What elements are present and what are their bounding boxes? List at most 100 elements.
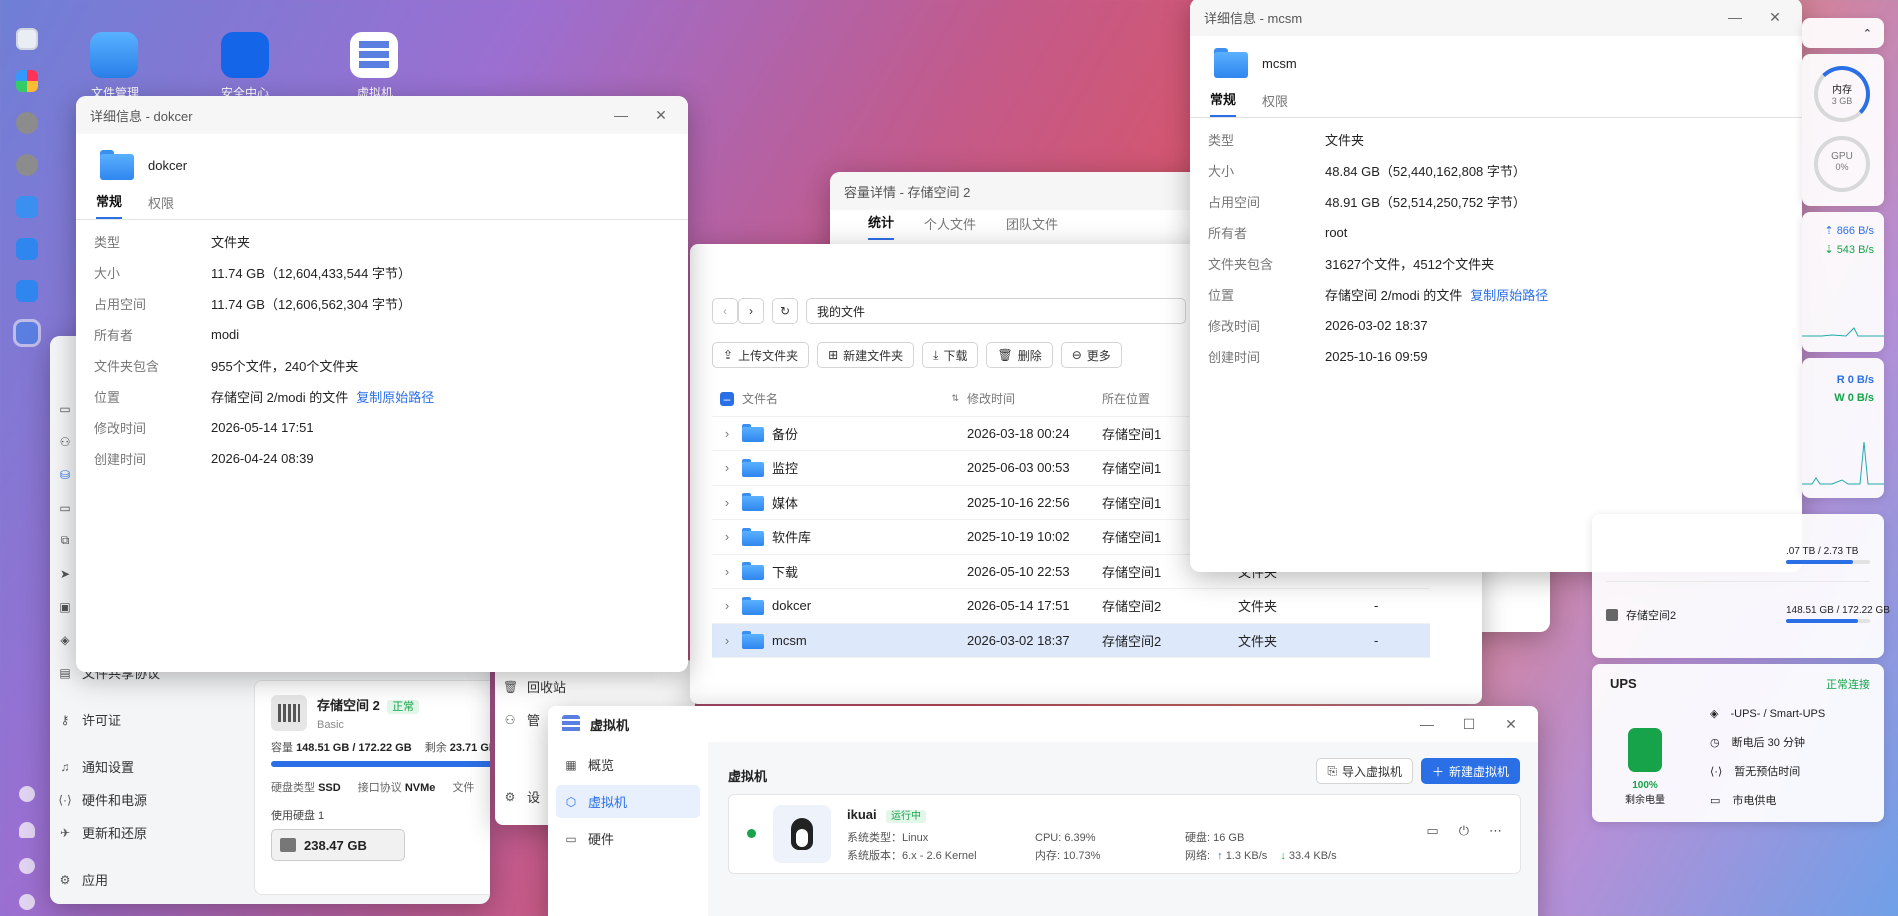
sidebar-item-hardware[interactable]: ⟨·⟩ 硬件和电源: [50, 783, 240, 816]
folder-icon-2[interactable]: [16, 280, 38, 302]
trash-icon: 🗑: [503, 679, 519, 694]
storage-space-card[interactable]: 存储空间 2 正常 Basic 容量 148.51 GB / 172.22 GB…: [254, 680, 490, 895]
tab-personal[interactable]: 个人文件: [924, 214, 976, 240]
tab-permission[interactable]: 权限: [148, 193, 174, 219]
widget-disk-io: R 0 B/s W 0 B/s: [1802, 358, 1884, 498]
minimize-button[interactable]: —: [1722, 9, 1748, 25]
property-row: 位置 存储空间 2/modi 的文件 复制原始路径: [76, 381, 688, 412]
settings-wheel-icon-2[interactable]: [16, 154, 38, 176]
free-label: 剩余: [424, 742, 447, 754]
desktop-icon-vm[interactable]: 虚拟机: [350, 32, 400, 101]
new-folder-button[interactable]: ⊞ 新建文件夹: [817, 342, 915, 368]
table-row[interactable]: › mcsm 2026-03-02 18:37 存储空间2 文件夹 -: [712, 623, 1430, 658]
col-name[interactable]: 文件名 ⇅: [742, 390, 967, 407]
tab-permission[interactable]: 权限: [1262, 91, 1288, 117]
folder-icon: [742, 493, 764, 512]
expand-chevron-icon[interactable]: ›: [712, 426, 742, 441]
file-mtime: 2025-06-03 00:53: [967, 460, 1070, 476]
settings-wheel-icon[interactable]: [16, 112, 38, 134]
power-icon[interactable]: ⏻: [1459, 823, 1469, 839]
col-mtime[interactable]: 修改时间: [967, 390, 1102, 407]
close-button[interactable]: ✕: [648, 107, 674, 124]
import-vm-button[interactable]: ⎘ 导入虚拟机: [1316, 758, 1413, 784]
vm-nav-hardware[interactable]: ▭ 硬件: [556, 822, 700, 855]
users-icon: ⚇: [59, 434, 71, 449]
app-center-icon[interactable]: [16, 70, 38, 92]
nav-recycle[interactable]: 🗑 回收站: [495, 670, 695, 703]
sort-icon[interactable]: ⇅: [951, 393, 959, 404]
vm-nav-overview[interactable]: ▦ 概览: [556, 748, 700, 781]
folder-icon[interactable]: [16, 238, 38, 260]
gear-icon[interactable]: [19, 894, 35, 910]
new-folder-icon: ⊞: [828, 348, 839, 362]
new-vm-button[interactable]: ＋ 新建虚拟机: [1420, 758, 1520, 784]
table-row[interactable]: › dokcer 2026-05-14 17:51 存储空间2 文件夹 -: [712, 589, 1430, 624]
console-icon[interactable]: ▭: [1426, 823, 1438, 839]
vm-dock-icon[interactable]: [13, 319, 41, 347]
sync-icon[interactable]: [19, 786, 35, 802]
back-button[interactable]: ‹: [712, 298, 738, 324]
refresh-button[interactable]: ↻: [772, 298, 798, 324]
property-key: 类型: [1208, 133, 1235, 148]
expand-chevron-icon[interactable]: ›: [712, 598, 742, 613]
vm-nav-vms[interactable]: ⬡ 虚拟机: [556, 785, 700, 818]
expand-chevron-icon[interactable]: ›: [712, 529, 742, 544]
folder-icon: [742, 562, 764, 581]
used-disk-chip[interactable]: 238.47 GB: [271, 829, 405, 861]
tab-general[interactable]: 常规: [96, 191, 123, 219]
maximize-button[interactable]: ☐: [1456, 716, 1482, 733]
delete-button[interactable]: 🗑 删除: [986, 342, 1053, 368]
upload-folder-button[interactable]: ⇪ 上传文件夹: [712, 342, 810, 368]
forward-button[interactable]: ›: [738, 298, 764, 324]
tab-stats[interactable]: 统计: [868, 212, 895, 240]
sidebar-item-license[interactable]: ⚷ 许可证: [50, 703, 240, 736]
item-name: dokcer: [148, 157, 188, 173]
property-row: 文件夹包含 955个文件，240个文件夹: [76, 350, 688, 381]
expand-chevron-icon[interactable]: ›: [712, 460, 742, 475]
titlebar[interactable]: 虚拟机 — ☐ ✕: [548, 706, 1538, 742]
tab-team[interactable]: 团队文件: [1006, 214, 1058, 240]
titlebar[interactable]: 详细信息 - dokcer — ✕: [76, 96, 688, 134]
desktop-icon-security[interactable]: 安全中心: [218, 32, 272, 101]
more-options-icon[interactable]: ⋯: [1489, 823, 1502, 839]
minimize-button[interactable]: —: [608, 107, 634, 123]
desktop-icon-file-manager[interactable]: 文件管理: [90, 32, 140, 101]
property-key: 位置: [94, 390, 121, 405]
left-dock: [6, 18, 48, 916]
storage-name: 存储空间 2: [317, 698, 380, 713]
storage1-value: .07 TB / 2.73 TB: [1786, 546, 1859, 557]
detail-window-mcsm: 详细信息 - mcsm — ✕ mcsm 常规 权限 类型 文件夹 大小 48.84 …: [1190, 0, 1802, 572]
expand-chevron-icon[interactable]: ›: [712, 633, 742, 648]
titlebar[interactable]: 详细信息 - mcsm — ✕: [1190, 0, 1802, 36]
more-button[interactable]: ⊖ 更多: [1060, 342, 1122, 368]
monitor-icon[interactable]: [16, 28, 38, 50]
sidebar-item-notify[interactable]: ♫ 通知设置: [50, 750, 240, 783]
expand-chevron-icon[interactable]: ›: [712, 495, 742, 510]
widget-collapse[interactable]: ⌃: [1802, 18, 1884, 48]
window-title: 详细信息 - dokcer: [90, 108, 193, 124]
copy-path-link[interactable]: 复制原始路径: [356, 387, 434, 406]
expand-chevron-icon[interactable]: ›: [712, 564, 742, 579]
close-button[interactable]: ✕: [1498, 716, 1524, 733]
copy-path-link[interactable]: 复制原始路径: [1470, 285, 1548, 304]
file-manager-icon[interactable]: [16, 196, 38, 218]
capacity-bar: [271, 761, 490, 767]
path-bar[interactable]: 我的文件: [806, 298, 1186, 324]
property-value: 2026-03-02 18:37: [1325, 318, 1428, 333]
vm-net-up: 1.3 KB/s: [1225, 850, 1268, 862]
user-icon[interactable]: [19, 858, 35, 874]
property-value: 48.84 GB（52,440,162,808 字节）: [1325, 164, 1526, 179]
download-icon: ⤓: [933, 347, 939, 362]
bell-icon[interactable]: [19, 822, 35, 838]
capacity-label: 容量: [271, 742, 293, 754]
folder-icon: [742, 631, 764, 650]
close-button[interactable]: ✕: [1762, 9, 1788, 26]
tab-general[interactable]: 常规: [1210, 89, 1237, 117]
sidebar-item-apps[interactable]: ⚙ 应用: [50, 863, 240, 896]
vm-card[interactable]: ikuai 运行中 系统类型：Linux 系统版本：6.x - 2.6 Kern…: [728, 794, 1521, 874]
download-button[interactable]: ⤓ 下载: [922, 342, 979, 368]
minimize-button[interactable]: —: [1414, 716, 1440, 732]
select-all-checkbox[interactable]: –: [720, 391, 734, 406]
chevron-up-icon[interactable]: ⌃: [1863, 27, 1872, 40]
sidebar-item-update[interactable]: ✈ 更新和还原: [50, 816, 240, 849]
